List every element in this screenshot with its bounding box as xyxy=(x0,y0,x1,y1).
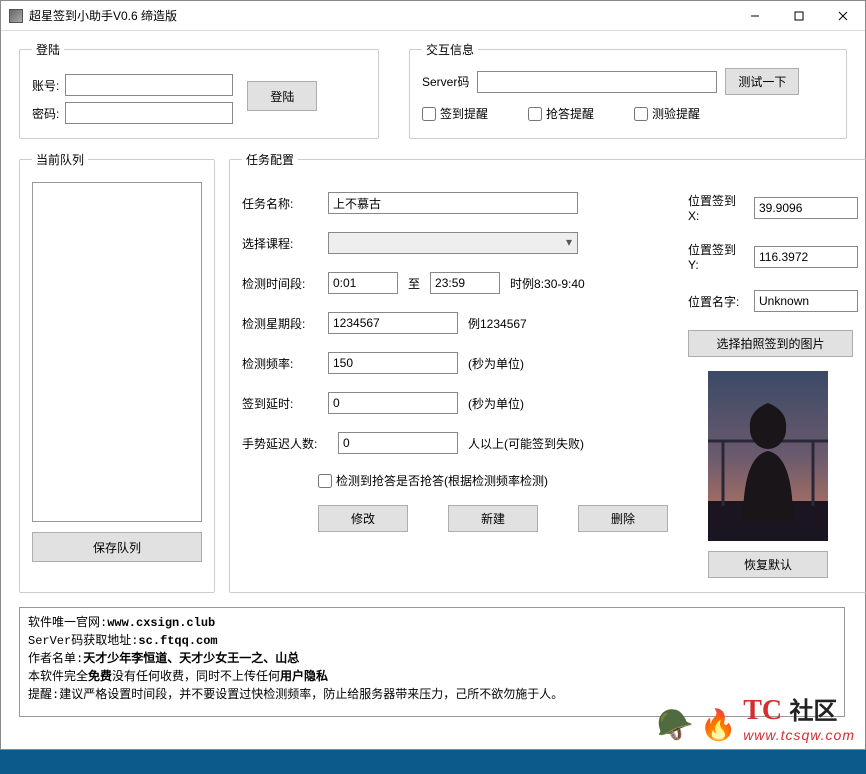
account-input[interactable] xyxy=(65,74,233,96)
photo-preview xyxy=(708,371,828,541)
course-label: 选择课程: xyxy=(242,235,318,252)
info-legend: 交互信息 xyxy=(422,41,478,58)
task-panel: 任务配置 任务名称: 选择课程: xyxy=(229,151,866,593)
week-label: 检测星期段: xyxy=(242,315,318,332)
modify-button[interactable]: 修改 xyxy=(318,505,408,532)
log-line-2: SerVer码获取地址:sc.ftqq.com xyxy=(28,632,836,650)
time-from-input[interactable] xyxy=(328,272,398,294)
photo-preview-image xyxy=(708,371,828,541)
week-hint: 例1234567 xyxy=(468,315,527,332)
answer-reminder-checkbox[interactable] xyxy=(528,107,542,121)
test-button[interactable]: 测试一下 xyxy=(725,68,799,95)
loc-name-label: 位置名字: xyxy=(688,293,744,310)
gesture-input[interactable] xyxy=(338,432,458,454)
loc-name-input[interactable] xyxy=(754,290,858,312)
log-line-4: 本软件完全免费没有任何收费，同时不上传任何用户隐私 xyxy=(28,668,836,686)
close-icon xyxy=(838,11,848,21)
gesture-hint: 人以上(可能签到失败) xyxy=(468,435,584,452)
app-window: 超星签到小助手V0.6 缔造版 登陆 账号: xyxy=(0,0,866,750)
watermark-icon-2: 🔥 xyxy=(700,708,737,743)
watermark-icon-1: 🪖 xyxy=(656,708,693,743)
login-panel: 登陆 账号: 密码: 登陆 xyxy=(19,41,379,139)
watermark-url: www.tcsqw.com xyxy=(743,727,855,743)
maximize-button[interactable] xyxy=(777,2,821,30)
password-input[interactable] xyxy=(65,102,233,124)
task-name-label: 任务名称: xyxy=(242,195,318,212)
maximize-icon xyxy=(794,11,804,21)
freq-label: 检测频率: xyxy=(242,355,318,372)
time-to-label: 至 xyxy=(408,275,420,292)
log-line-3: 作者名单:天才少年李恒道、天才少女王一之、山总 xyxy=(28,650,836,668)
answer-grab-checkbox[interactable] xyxy=(318,474,332,488)
login-legend: 登陆 xyxy=(32,41,64,58)
titlebar: 超星签到小助手V0.6 缔造版 xyxy=(1,1,865,31)
course-select[interactable] xyxy=(328,232,578,254)
time-label: 检测时间段: xyxy=(242,275,318,292)
freq-input[interactable] xyxy=(328,352,458,374)
freq-hint: (秒为单位) xyxy=(468,355,524,372)
restore-default-button[interactable]: 恢复默认 xyxy=(708,551,828,578)
week-input[interactable] xyxy=(328,312,458,334)
loc-y-label: 位置签到Y: xyxy=(688,241,744,272)
loc-x-input[interactable] xyxy=(754,197,858,219)
answer-grab-check[interactable]: 检测到抢答是否抢答(根据检测频率检测) xyxy=(318,472,668,489)
select-photo-button[interactable]: 选择拍照签到的图片 xyxy=(688,330,853,357)
account-label: 账号: xyxy=(32,77,59,94)
delay-label: 签到延时: xyxy=(242,395,318,412)
task-name-input[interactable] xyxy=(328,192,578,214)
loc-x-label: 位置签到X: xyxy=(688,192,744,223)
save-queue-button[interactable]: 保存队列 xyxy=(32,532,202,562)
delete-button[interactable]: 删除 xyxy=(578,505,668,532)
time-to-input[interactable] xyxy=(430,272,500,294)
server-input[interactable] xyxy=(477,71,717,93)
test-reminder-checkbox[interactable] xyxy=(634,107,648,121)
loc-y-input[interactable] xyxy=(754,246,858,268)
new-button[interactable]: 新建 xyxy=(448,505,538,532)
log-line-1: 软件唯一官网:www.cxsign.club xyxy=(28,614,836,632)
queue-legend: 当前队列 xyxy=(32,151,88,168)
answer-reminder-check[interactable]: 抢答提醒 xyxy=(528,105,594,122)
delay-input[interactable] xyxy=(328,392,458,414)
watermark-tc: TC xyxy=(743,695,782,726)
gesture-label: 手势延迟人数: xyxy=(242,435,328,452)
queue-panel: 当前队列 保存队列 xyxy=(19,151,215,593)
watermark-sq: 社区 xyxy=(789,699,837,725)
watermark: 🪖 🔥 TC 社区 www.tcsqw.com xyxy=(656,691,855,743)
password-label: 密码: xyxy=(32,105,59,122)
minimize-button[interactable] xyxy=(733,2,777,30)
signin-reminder-check[interactable]: 签到提醒 xyxy=(422,105,488,122)
app-icon xyxy=(9,9,23,23)
login-button[interactable]: 登陆 xyxy=(247,81,317,111)
time-hint: 时例8:30-9:40 xyxy=(510,275,585,292)
info-panel: 交互信息 Server码 测试一下 签到提醒 抢答提醒 xyxy=(409,41,847,139)
signin-reminder-checkbox[interactable] xyxy=(422,107,436,121)
close-button[interactable] xyxy=(821,2,865,30)
content-area: 登陆 账号: 密码: 登陆 交互信 xyxy=(1,31,865,727)
minimize-icon xyxy=(750,11,760,21)
task-legend: 任务配置 xyxy=(242,151,298,168)
window-title: 超星签到小助手V0.6 缔造版 xyxy=(29,7,177,24)
queue-list[interactable] xyxy=(32,182,202,522)
test-reminder-check[interactable]: 测验提醒 xyxy=(634,105,700,122)
server-label: Server码 xyxy=(422,73,469,90)
delay-hint: (秒为单位) xyxy=(468,395,524,412)
